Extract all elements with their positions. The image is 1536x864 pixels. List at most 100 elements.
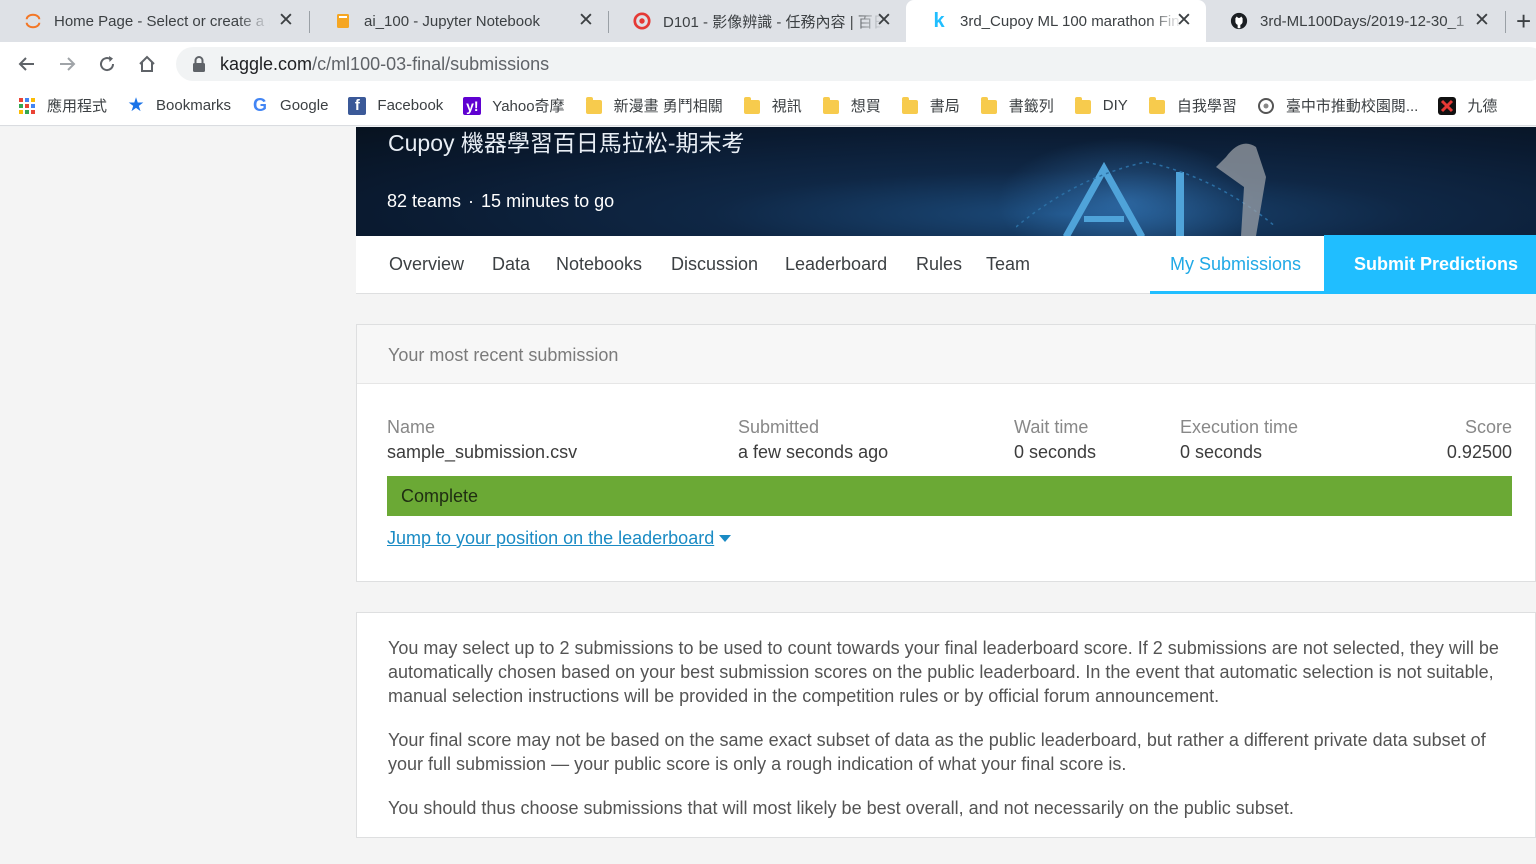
card-heading: Your most recent submission [388,345,619,365]
browser-toolbar: kaggle.com/c/ml100-03-final/submissions [0,42,1536,86]
tab-title: ai_100 - Jupyter Notebook [364,12,540,30]
bookmark-label: 想買 [850,98,881,115]
address-bar[interactable]: kaggle.com/c/ml100-03-final/submissions [176,47,1536,81]
column-header-submitted: Submitted [738,417,820,437]
facebook-icon: f [348,96,367,115]
bookmark-apps[interactable]: 應用程式 [18,95,107,116]
reload-icon[interactable] [92,49,122,79]
tab-discussion[interactable]: Discussion [671,254,758,275]
forward-icon[interactable] [52,49,82,79]
bookmark-bookmarks[interactable]: ★ Bookmarks [127,95,231,116]
bookmark-facebook[interactable]: f Facebook [348,96,444,115]
tab-my-submissions-label: My Submissions [1170,254,1302,274]
submit-predictions-button[interactable]: Submit Predictions [1324,235,1536,294]
bookmark-label: 視訊 [771,98,802,115]
submission-time: a few seconds ago [738,442,889,462]
page-content: Cupoy 機器學習百日馬拉松-期末考 82 teams · 15 minutes … [0,127,1536,864]
bookmark-google[interactable]: G Google [251,95,329,115]
folder-icon [980,96,998,115]
close-tab-icon[interactable]: ✕ [1174,11,1194,31]
tab-notebooks[interactable]: Notebooks [556,254,642,275]
competition-title: Cupoy 機器學習百日馬拉松-期末考 [388,130,745,156]
bookmark-folder[interactable]: 視訊 [743,95,802,116]
tab-title: 3rd_Cupoy ML 100 marathon Final [960,12,1182,30]
bookmark-label: Google [280,97,329,114]
jupyter-icon [24,12,42,30]
close-tab-icon[interactable]: ✕ [874,11,894,31]
tab-my-submissions[interactable]: My Submissions [1150,236,1324,294]
folder-icon [1074,96,1092,115]
competition-nav: Overview Data Notebooks Discussion Leade… [356,235,1536,294]
bookmark-label: 九德 [1467,98,1498,115]
app-icon [1438,96,1457,115]
browser-tab-strip: Home Page - Select or create a notebook … [0,0,1536,42]
tab-data[interactable]: Data [492,254,530,275]
browser-tab[interactable]: 3rd-ML100Days/2019-12-30_1 ✕ [1206,0,1504,42]
bookmark-label: 臺中市推動校園閱... [1285,98,1419,115]
submission-score: 0.92500 [1446,442,1512,462]
bookmark-label: 書籤列 [1008,98,1054,115]
new-tab-icon[interactable]: + [1516,8,1531,34]
jump-link-text: Jump to your position on the leaderboard [387,528,715,548]
kaggle-icon: k [933,9,945,32]
bookmark-label: 書局 [929,98,960,115]
tab-team[interactable]: Team [986,254,1030,275]
submission-wait: 0 seconds [1014,442,1097,462]
folder-icon [822,96,840,115]
yahoo-icon: y! [463,96,482,115]
bookmark-folder[interactable]: DIY [1074,96,1128,115]
tab-rules[interactable]: Rules [916,254,962,275]
bookmark-yahoo[interactable]: y! Yahoo奇摩 [463,95,565,116]
close-tab-icon[interactable]: ✕ [1472,11,1492,31]
submission-filename: sample_submission.csv [387,442,578,462]
card-header: Your most recent submission [357,325,1535,384]
bookmark-label: 應用程式 [47,98,108,115]
apps-grid-icon [18,97,36,115]
home-icon[interactable] [132,49,162,79]
column-header-wait: Wait time [1014,417,1089,437]
bookmark-folder[interactable]: 自我學習 [1148,95,1237,116]
folder-icon [901,96,919,115]
status-text: Complete [401,486,479,506]
browser-tab[interactable]: Home Page - Select or create a notebook … [0,0,308,42]
jump-to-leaderboard-link[interactable]: Jump to your position on the leaderboard [387,528,732,549]
bookmark-reading[interactable]: 臺中市推動校園閱... [1257,95,1419,116]
folder-icon [743,96,761,115]
competition-banner: Cupoy 機器學習百日馬拉松-期末考 82 teams · 15 minutes … [356,127,1536,236]
teams-count: 82 teams [387,191,462,211]
bookmark-folder[interactable]: 新漫畫 勇鬥相關 [585,95,723,116]
runner-figure-icon [1216,143,1266,236]
notebook-icon [334,12,352,30]
bookmark-label: 新漫畫 勇鬥相關 [613,98,723,115]
info-paragraph: You may select up to 2 submissions to be… [388,638,1499,706]
url-host: kaggle.com [220,53,313,74]
column-header-name: Name [387,417,436,437]
bookmark-folder[interactable]: 想買 [822,95,881,116]
browser-tab[interactable]: D101 - 影像辨識 - 任務內容 | 百日 ✕ [609,0,906,42]
github-icon [1230,12,1248,30]
info-paragraph: You should thus choose submissions that … [388,798,1294,818]
bookmarks-bar: 應用程式 ★ Bookmarks G Google f Facebook y! … [0,86,1536,126]
bookmark-folder[interactable]: 書局 [901,95,960,116]
tab-title: Home Page - Select or create a notebook [54,12,270,30]
close-tab-icon[interactable]: ✕ [276,11,296,31]
folder-icon [1148,96,1166,115]
url-path: /c/ml100-03-final/submissions [312,53,550,74]
tab-overview[interactable]: Overview [389,254,464,275]
info-paragraph: Your final score may not be based on the… [388,730,1486,774]
bookmark-label: Facebook [377,97,444,114]
tab-separator [1505,11,1506,33]
browser-tab-active[interactable]: k 3rd_Cupoy ML 100 marathon Final ✕ [906,0,1206,42]
tab-leaderboard[interactable]: Leaderboard [785,254,887,275]
lock-icon [192,56,206,72]
browser-tab[interactable]: ai_100 - Jupyter Notebook ✕ [310,0,608,42]
close-tab-icon[interactable]: ✕ [576,11,596,31]
bookmark-app[interactable]: 九德 [1438,95,1497,116]
bookmark-label: DIY [1102,97,1128,114]
bookmark-folder[interactable]: 書籤列 [980,95,1054,116]
tab-title: 3rd-ML100Days/2019-12-30_1 [1260,12,1465,30]
time-remaining: 15 minutes to go [481,191,615,211]
back-icon[interactable] [12,49,42,79]
cupoy-icon [633,12,651,30]
column-header-exec: Execution time [1180,417,1299,437]
